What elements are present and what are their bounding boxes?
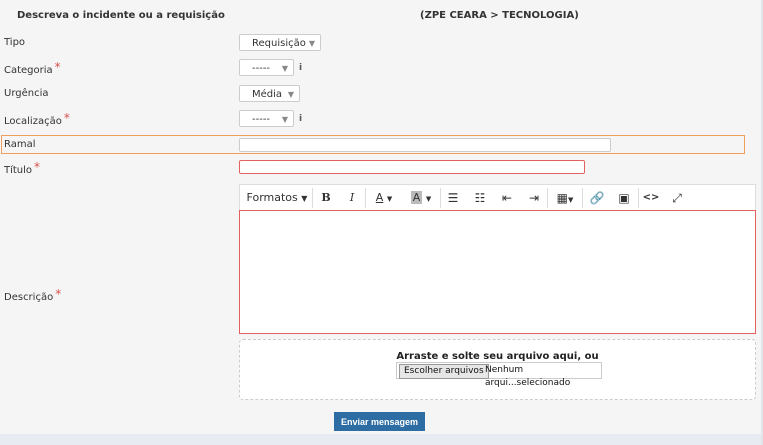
titulo-label: Título *	[4, 160, 41, 176]
descricao-label: Descrição *	[4, 287, 62, 303]
form-title: Descreva o incidente ou a requisição	[17, 10, 225, 21]
table-icon[interactable]: ▦▼	[552, 189, 578, 207]
titulo-input[interactable]	[239, 160, 585, 174]
ramal-label: Ramal	[4, 139, 36, 150]
info-icon[interactable]: i	[299, 114, 302, 124]
formats-dropdown[interactable]: Formatos ▼	[246, 189, 308, 207]
submit-button[interactable]: Enviar mensagem	[334, 412, 425, 431]
italic-icon[interactable]: I	[343, 189, 361, 207]
category-path: (ZPE CEARA > TECNOLOGIA)	[420, 10, 579, 21]
urgencia-select[interactable]: Média ▼	[239, 85, 300, 102]
descricao-editor[interactable]	[239, 210, 756, 334]
required-marker: *	[63, 111, 70, 125]
tipo-label: Tipo	[4, 37, 26, 48]
info-icon[interactable]: i	[299, 63, 302, 73]
categoria-label: Categoria *	[4, 60, 61, 76]
ramal-input[interactable]	[239, 138, 611, 152]
chevron-down-icon: ▼	[308, 39, 315, 48]
chevron-down-icon: ▼	[281, 115, 288, 124]
outdent-icon[interactable]: ⇤	[498, 189, 516, 207]
numbered-list-icon[interactable]: ☷	[471, 189, 489, 207]
urgencia-value: Média	[252, 89, 283, 100]
indent-icon[interactable]: ⇥	[525, 189, 543, 207]
file-dropzone[interactable]: Arraste e solte seu arquivo aqui, ou Esc…	[239, 339, 756, 400]
dropzone-text: Arraste e solte seu arquivo aqui, ou	[396, 351, 599, 362]
link-icon[interactable]: 🔗	[588, 189, 606, 207]
localizacao-label: Localização *	[4, 111, 70, 127]
code-icon[interactable]: <>	[642, 189, 660, 207]
categoria-value: -----	[252, 63, 271, 74]
chevron-down-icon: ▼	[287, 90, 294, 99]
bottom-bar	[0, 434, 763, 445]
required-marker: *	[54, 60, 61, 74]
background-color-icon[interactable]: A ▼	[405, 189, 437, 207]
tipo-value: Requisição	[252, 38, 306, 49]
text-color-icon[interactable]: A ▼	[369, 189, 399, 207]
tipo-select[interactable]: Requisição ▼	[239, 34, 321, 51]
editor-toolbar: Formatos ▼ B I A ▼ A ▼ ☰ ☷ ⇤ ⇥ ▦▼ 🔗 ▣ <>…	[239, 184, 756, 210]
file-status: Nenhum arqui...selecionado	[485, 365, 571, 388]
localizacao-select[interactable]: ----- ▼	[239, 110, 294, 127]
urgencia-label: Urgência	[4, 88, 49, 99]
image-icon[interactable]: ▣	[615, 189, 633, 207]
fullscreen-icon[interactable]: ⤢	[668, 189, 686, 207]
bullet-list-icon[interactable]: ☰	[444, 189, 462, 207]
required-marker: *	[55, 287, 62, 301]
required-marker: *	[34, 160, 41, 174]
form-header: Descreva o incidente ou a requisição (ZP…	[0, 0, 763, 31]
localizacao-value: -----	[252, 114, 271, 125]
categoria-select[interactable]: ----- ▼	[239, 59, 294, 76]
file-input[interactable]: Escolher arquivos Nenhum arqui...selecio…	[396, 362, 602, 388]
bold-icon[interactable]: B	[317, 189, 335, 207]
chevron-down-icon: ▼	[281, 64, 288, 73]
choose-files-button[interactable]: Escolher arquivos	[399, 364, 489, 379]
